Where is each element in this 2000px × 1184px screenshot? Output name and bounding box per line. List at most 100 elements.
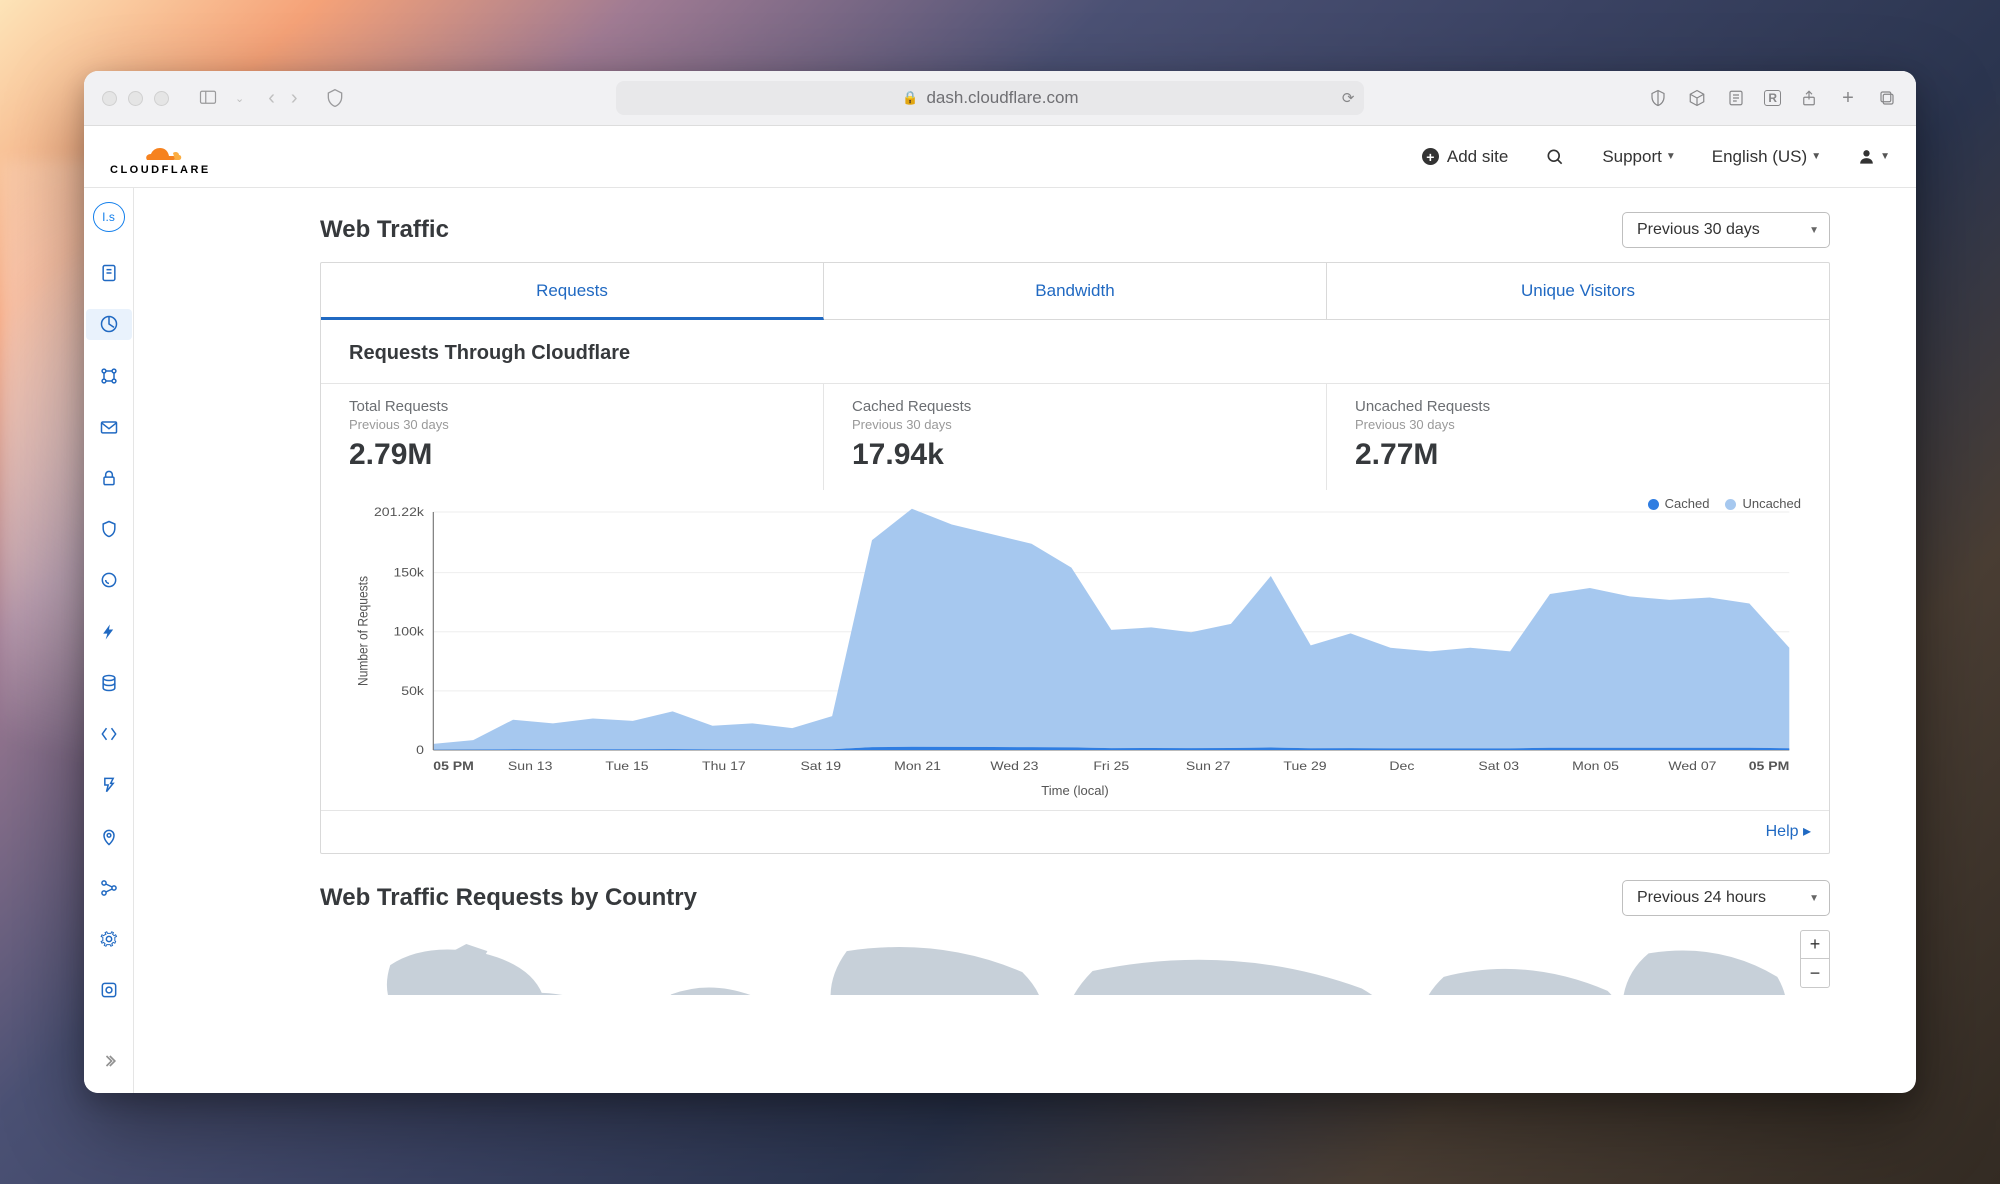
search-icon[interactable]: [1544, 146, 1566, 168]
chevron-down-icon: ▼: [1666, 151, 1676, 162]
svg-text:Tue 15: Tue 15: [605, 759, 648, 773]
sidebar-expand-button[interactable]: [86, 1046, 132, 1077]
svg-text:Wed 07: Wed 07: [1668, 759, 1716, 773]
close-window-button[interactable]: [102, 91, 117, 106]
tabs-overview-icon[interactable]: [1876, 87, 1898, 109]
cloud-icon: [135, 138, 185, 162]
svg-text:05 PM: 05 PM: [433, 759, 474, 773]
sidebar-item-overview[interactable]: [86, 258, 132, 289]
minimize-window-button[interactable]: [128, 91, 143, 106]
svg-text:Fri 25: Fri 25: [1093, 759, 1129, 773]
traffic-range-select[interactable]: Previous 30 days ▼: [1622, 212, 1830, 248]
stat-cached: Cached Requests Previous 30 days 17.94k: [824, 384, 1327, 490]
sidebar-item-caching[interactable]: [86, 667, 132, 698]
main-content: Web Traffic Previous 30 days ▼ Requests …: [134, 188, 1916, 1093]
chart-svg: 0 50k 100k 150k 201.22k Number of Requests 05 …: [349, 500, 1801, 780]
svg-text:Mon 21: Mon 21: [894, 759, 941, 773]
svg-text:Tue 29: Tue 29: [1283, 759, 1326, 773]
section-title-traffic: Web Traffic: [320, 216, 449, 244]
language-menu[interactable]: English (US)▼: [1712, 147, 1821, 167]
browser-window: ⌄ ‹ › 🔒 dash.cloudflare.com ⟳ R +: [84, 71, 1916, 1093]
privacy-report-icon[interactable]: [324, 87, 346, 109]
map-zoom-out-button[interactable]: −: [1801, 959, 1829, 987]
sidebar-item-speed[interactable]: [86, 616, 132, 647]
chart-title: Requests Through Cloudflare: [349, 342, 1801, 365]
extension-r-icon[interactable]: R: [1764, 90, 1781, 106]
section-title-country: Web Traffic Requests by Country: [320, 884, 697, 912]
svg-text:Sat 19: Sat 19: [800, 759, 841, 773]
tab-unique-visitors[interactable]: Unique Visitors: [1327, 263, 1829, 320]
nav-forward-button[interactable]: ›: [291, 87, 298, 110]
sidebar-item-access[interactable]: [86, 565, 132, 596]
country-range-select[interactable]: Previous 24 hours ▼: [1622, 880, 1830, 916]
svg-text:Sun 13: Sun 13: [508, 759, 552, 773]
sidebar-item-workers[interactable]: [86, 719, 132, 750]
tab-requests[interactable]: Requests: [321, 263, 824, 320]
shield-half-icon[interactable]: [1647, 87, 1669, 109]
map-zoom-controls: + −: [1800, 930, 1830, 988]
account-badge[interactable]: I.s: [93, 202, 125, 232]
svg-text:Wed 23: Wed 23: [990, 759, 1038, 773]
sidebar-item-dns[interactable]: [86, 360, 132, 391]
sidebar-toggle-icon[interactable]: [197, 87, 219, 109]
chevron-down-icon: ▼: [1809, 893, 1819, 904]
svg-text:Sun 27: Sun 27: [1186, 759, 1230, 773]
sidebar-item-security[interactable]: [86, 514, 132, 545]
nav-back-button[interactable]: ‹: [268, 87, 275, 110]
traffic-tabs: Requests Bandwidth Unique Visitors: [321, 263, 1829, 320]
sidebar-item-analytics[interactable]: [86, 309, 132, 340]
url-text: dash.cloudflare.com: [926, 88, 1078, 108]
plus-circle-icon: +: [1422, 148, 1439, 165]
zoom-window-button[interactable]: [154, 91, 169, 106]
chart-legend: Cached Uncached: [1648, 496, 1801, 511]
svg-text:Mon 05: Mon 05: [1572, 759, 1619, 773]
user-menu[interactable]: ▼: [1857, 147, 1890, 166]
sidebar-item-email[interactable]: [86, 411, 132, 442]
support-menu[interactable]: Support▼: [1602, 147, 1675, 167]
svg-text:100k: 100k: [394, 625, 425, 639]
world-map-svg: [320, 930, 1830, 995]
window-controls: [102, 91, 169, 106]
sidebar-item-traffic[interactable]: [86, 872, 132, 903]
tab-bandwidth[interactable]: Bandwidth: [824, 263, 1327, 320]
svg-text:Sat 03: Sat 03: [1478, 759, 1519, 773]
sidebar: I.s: [84, 188, 134, 1093]
sidebar-item-ssl[interactable]: [86, 462, 132, 493]
cube-icon[interactable]: [1686, 87, 1708, 109]
svg-text:201.22k: 201.22k: [374, 505, 424, 519]
add-site-button[interactable]: + Add site: [1422, 147, 1508, 167]
sidebar-item-custom-pages[interactable]: [86, 923, 132, 954]
world-map[interactable]: + −: [320, 930, 1830, 995]
svg-text:0: 0: [416, 743, 424, 757]
address-bar[interactable]: 🔒 dash.cloudflare.com ⟳: [616, 81, 1364, 115]
help-link[interactable]: Help ▸: [1766, 823, 1811, 840]
user-icon: [1857, 147, 1876, 166]
stat-uncached: Uncached Requests Previous 30 days 2.77M: [1327, 384, 1829, 490]
share-icon[interactable]: [1798, 87, 1820, 109]
map-zoom-in-button[interactable]: +: [1801, 931, 1829, 959]
stat-total: Total Requests Previous 30 days 2.79M: [321, 384, 824, 490]
svg-text:150k: 150k: [394, 566, 425, 580]
chevron-down-icon: ▼: [1809, 225, 1819, 236]
svg-text:50k: 50k: [401, 684, 424, 698]
traffic-card: Requests Bandwidth Unique Visitors Reque…: [320, 262, 1830, 854]
chevron-down-icon: ▼: [1880, 151, 1890, 162]
legend-dot-uncached: [1725, 499, 1736, 510]
chevron-down-icon: ▼: [1811, 151, 1821, 162]
sidebar-item-rules[interactable]: [86, 770, 132, 801]
svg-text:Number of Requests: Number of Requests: [355, 576, 371, 686]
sidebar-item-stream[interactable]: [86, 975, 132, 1006]
legend-dot-cached: [1648, 499, 1659, 510]
lock-icon: 🔒: [902, 90, 918, 106]
app-header: CLOUDFLARE + Add site Support▼ English (…: [84, 126, 1916, 188]
logo-text: CLOUDFLARE: [110, 164, 211, 176]
svg-text:05 PM: 05 PM: [1749, 759, 1790, 773]
reload-icon[interactable]: ⟳: [1342, 89, 1355, 107]
reader-icon[interactable]: [1725, 87, 1747, 109]
browser-titlebar: ⌄ ‹ › 🔒 dash.cloudflare.com ⟳ R +: [84, 71, 1916, 126]
sidebar-item-network[interactable]: [86, 821, 132, 852]
svg-text:Dec: Dec: [1389, 759, 1414, 773]
cloudflare-logo[interactable]: CLOUDFLARE: [110, 138, 211, 176]
new-tab-icon[interactable]: +: [1837, 87, 1859, 109]
x-axis-title: Time (local): [349, 783, 1801, 798]
